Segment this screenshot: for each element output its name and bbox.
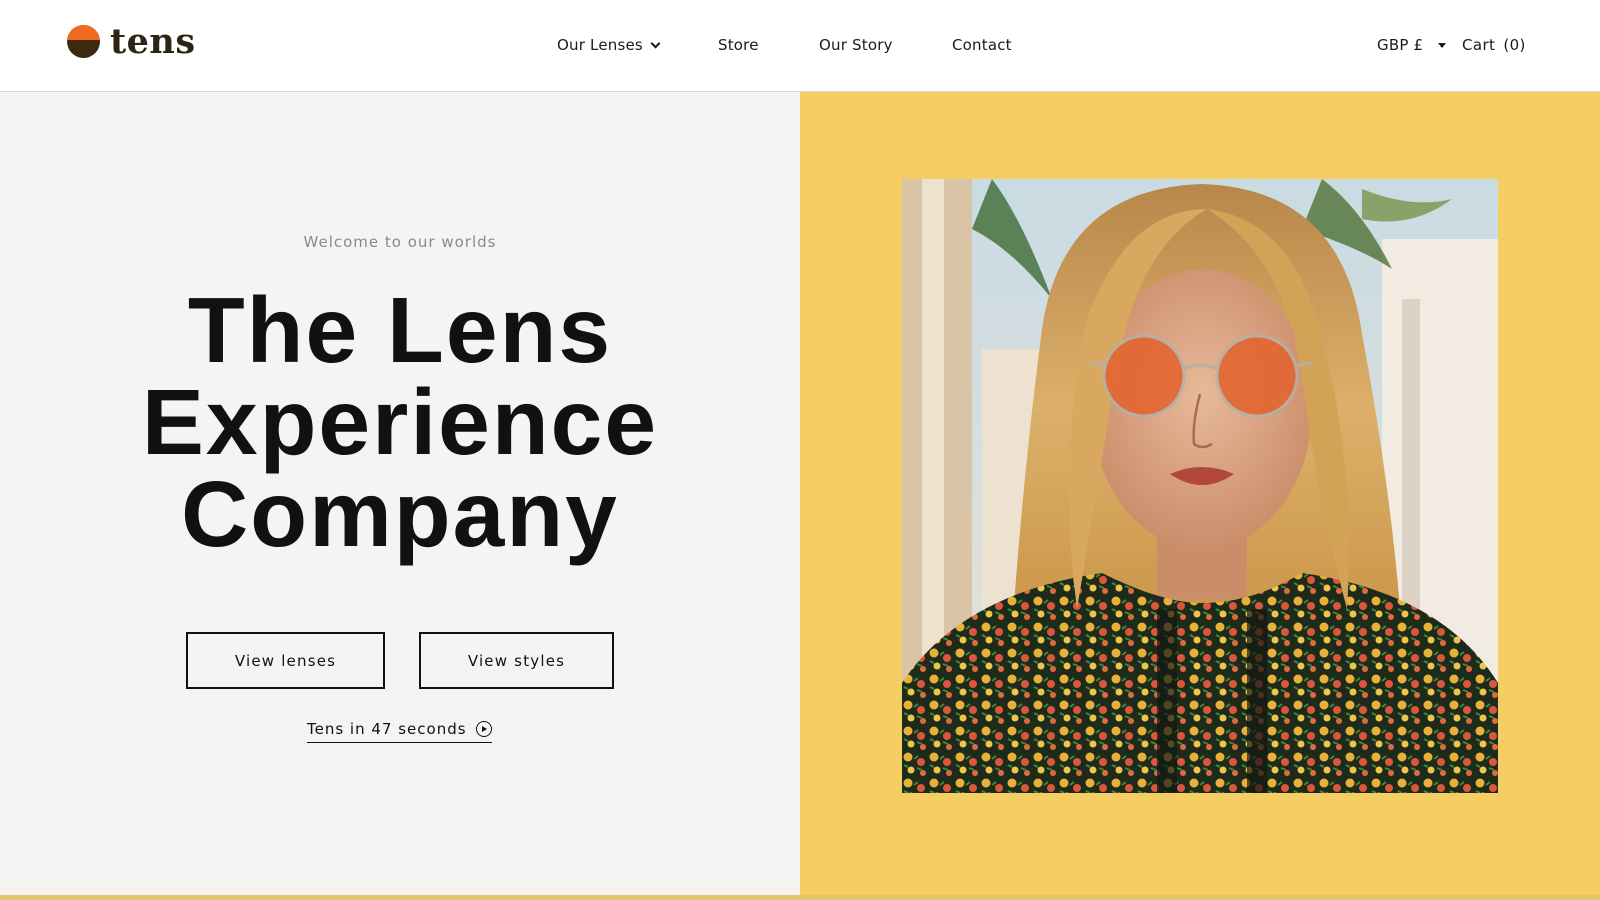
bottom-strip: [0, 895, 1600, 900]
view-lenses-button[interactable]: View lenses: [186, 632, 385, 689]
logo-link[interactable]: tens: [67, 24, 196, 59]
headline-line-1: The Lens: [187, 278, 613, 382]
hero-photo: [902, 179, 1498, 793]
hero-headline: The Lens Experience Company: [0, 278, 800, 566]
cart-count: (0): [1503, 36, 1526, 54]
chevron-down-icon: [650, 38, 661, 49]
headline-line-3: Company: [181, 462, 619, 566]
headline-line-2: Experience: [141, 370, 659, 474]
nav-contact-label: Contact: [952, 36, 1012, 54]
logo-wordmark: tens: [110, 21, 196, 62]
nav-contact[interactable]: Contact: [952, 36, 1012, 54]
logo-mark-icon: [67, 25, 100, 58]
video-link-label: Tens in 47 seconds: [307, 720, 467, 738]
hero-eyebrow: Welcome to our worlds: [303, 233, 497, 251]
nav-our-lenses[interactable]: Our Lenses: [557, 36, 661, 54]
nav-our-story[interactable]: Our Story: [819, 36, 893, 54]
cart-link[interactable]: Cart (0): [1462, 36, 1526, 54]
site-header: tens Our Lenses Store Our Story Contact …: [0, 0, 1600, 92]
caret-down-icon: [1438, 42, 1447, 48]
hero-image-panel: [800, 92, 1600, 897]
nav-our-lenses-label: Our Lenses: [557, 36, 643, 54]
video-link[interactable]: Tens in 47 seconds: [307, 720, 492, 743]
currency-selector[interactable]: GBP £: [1377, 36, 1447, 54]
hero-text-panel: Welcome to our worlds The Lens Experienc…: [0, 92, 800, 897]
cart-label: Cart: [1462, 36, 1496, 54]
nav-store[interactable]: Store: [718, 36, 759, 54]
view-styles-button[interactable]: View styles: [419, 632, 614, 689]
nav-store-label: Store: [718, 36, 759, 54]
nav-our-story-label: Our Story: [819, 36, 893, 54]
play-circle-icon: [475, 721, 492, 737]
currency-label: GBP £: [1377, 36, 1424, 54]
